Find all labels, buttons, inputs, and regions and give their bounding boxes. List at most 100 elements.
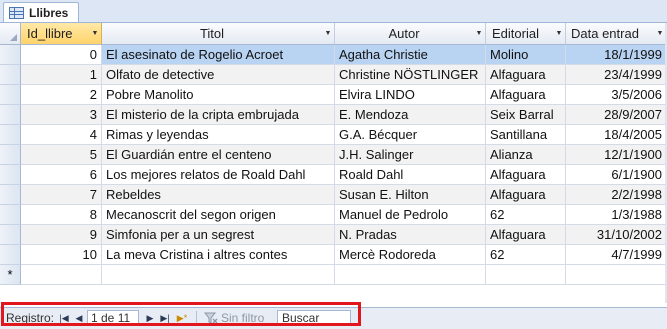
record-selector[interactable] — [0, 125, 21, 145]
new-record-icon[interactable]: ▶* — [175, 311, 189, 325]
cell-data[interactable]: 18/4/2005 — [566, 125, 667, 145]
cell-data[interactable]: 3/5/2006 — [566, 85, 667, 105]
cell-id[interactable]: 7 — [21, 185, 102, 205]
cell-titol[interactable]: El asesinato de Rogelio Acroet — [102, 45, 335, 65]
record-selector[interactable] — [0, 85, 21, 105]
current-record-input[interactable]: 1 de 11 — [87, 310, 139, 326]
next-record-icon[interactable]: ▶ — [143, 311, 157, 325]
cell-id[interactable]: 9 — [21, 225, 102, 245]
cell-data[interactable]: 23/4/1999 — [566, 65, 667, 85]
cell-titol[interactable]: Mecanoscrit del segon origen — [102, 205, 335, 225]
record-selector[interactable] — [0, 205, 21, 225]
cell-titol[interactable]: Rebeldes — [102, 185, 335, 205]
table-row[interactable]: 5 El Guardián entre el centeno J.H. Saling… — [0, 145, 667, 165]
cell-autor[interactable]: Elvira LINDO — [335, 85, 486, 105]
record-selector[interactable] — [0, 185, 21, 205]
cell-editorial[interactable]: Alianza — [486, 145, 566, 165]
cell-id[interactable]: 6 — [21, 165, 102, 185]
table-row[interactable]: 1 Olfato de detective Christine NÖSTLINGER… — [0, 65, 667, 85]
cell-id[interactable]: 3 — [21, 105, 102, 125]
cell-data[interactable]: 18/1/1999 — [566, 45, 667, 65]
cell-autor[interactable]: Susan E. Hilton — [335, 185, 486, 205]
record-selector[interactable] — [0, 225, 21, 245]
cell-editorial[interactable]: Alfaguara — [486, 225, 566, 245]
cell-data[interactable]: 12/1/1900 — [566, 145, 667, 165]
table-row[interactable]: 10 La meva Cristina i altres contes Mercè … — [0, 245, 667, 265]
cell-autor[interactable]: G.A. Bécquer — [335, 125, 486, 145]
cell-titol[interactable]: Rimas y leyendas — [102, 125, 335, 145]
select-all-corner[interactable] — [0, 23, 21, 44]
previous-record-icon[interactable]: ◀ — [72, 311, 86, 325]
cell-editorial[interactable]: 62 — [486, 205, 566, 225]
tab-llibres[interactable]: Llibres — [3, 2, 79, 22]
table-row[interactable]: 0 El asesinato de Rogelio Acroet Agatha Ch… — [0, 45, 667, 65]
cell-autor[interactable]: Manuel de Pedrolo — [335, 205, 486, 225]
record-selector[interactable] — [0, 45, 21, 65]
cell-data[interactable]: 28/9/2007 — [566, 105, 667, 125]
column-header-autor[interactable]: Autor ▼ — [335, 23, 486, 44]
column-header-titol[interactable]: Titol ▼ — [102, 23, 335, 44]
cell-titol[interactable]: Simfonia per a un segrest — [102, 225, 335, 245]
table-row[interactable]: 9 Simfonia per a un segrest N. Pradas Alfag… — [0, 225, 667, 245]
cell-editorial[interactable]: Alfaguara — [486, 65, 566, 85]
cell-titol[interactable]: El Guardián entre el centeno — [102, 145, 335, 165]
cell-id[interactable]: 10 — [21, 245, 102, 265]
cell-data[interactable]: 4/7/1999 — [566, 245, 667, 265]
column-header-id-llibre[interactable]: Id_llibre ▼ — [21, 23, 102, 44]
cell-data[interactable]: 31/10/2002 — [566, 225, 667, 245]
table-row[interactable]: 6 Los mejores relatos de Roald Dahl Roald … — [0, 165, 667, 185]
cell-editorial[interactable]: Seix Barral — [486, 105, 566, 125]
cell-editorial[interactable]: Alfaguara — [486, 165, 566, 185]
new-cell-data[interactable] — [566, 265, 667, 285]
cell-editorial[interactable]: 62 — [486, 245, 566, 265]
new-cell-titol[interactable] — [102, 265, 335, 285]
cell-editorial[interactable]: Alfaguara — [486, 185, 566, 205]
cell-data[interactable]: 1/3/1988 — [566, 205, 667, 225]
record-selector[interactable] — [0, 245, 21, 265]
filter-status[interactable]: Sin filtro — [221, 308, 264, 329]
first-record-icon[interactable]: |◀ — [57, 311, 71, 325]
dropdown-arrow-icon[interactable]: ▼ — [553, 30, 565, 37]
cell-autor[interactable]: J.H. Salinger — [335, 145, 486, 165]
cell-titol[interactable]: Olfato de detective — [102, 65, 335, 85]
cell-autor[interactable]: E. Mendoza — [335, 105, 486, 125]
record-selector[interactable] — [0, 145, 21, 165]
record-selector[interactable] — [0, 65, 21, 85]
cell-id[interactable]: 5 — [21, 145, 102, 165]
cell-autor[interactable]: Mercè Rodoreda — [335, 245, 486, 265]
cell-titol[interactable]: El misterio de la cripta embrujada — [102, 105, 335, 125]
record-selector[interactable] — [0, 105, 21, 125]
cell-id[interactable]: 2 — [21, 85, 102, 105]
table-row[interactable]: 7 Rebeldes Susan E. Hilton Alfaguara 2/2/199… — [0, 185, 667, 205]
new-record-marker[interactable]: * — [0, 265, 21, 285]
column-header-data-entrada[interactable]: Data entrad ▼ — [566, 23, 667, 44]
table-row[interactable]: 8 Mecanoscrit del segon origen Manuel de P… — [0, 205, 667, 225]
cell-titol[interactable]: Los mejores relatos de Roald Dahl — [102, 165, 335, 185]
new-cell-editorial[interactable] — [486, 265, 566, 285]
table-row[interactable]: 4 Rimas y leyendas G.A. Bécquer Santillana 1… — [0, 125, 667, 145]
dropdown-arrow-icon[interactable]: ▼ — [473, 30, 485, 37]
cell-editorial[interactable]: Alfaguara — [486, 85, 566, 105]
cell-data[interactable]: 2/2/1998 — [566, 185, 667, 205]
table-row[interactable]: 3 El misterio de la cripta embrujada E. Me… — [0, 105, 667, 125]
last-record-icon[interactable]: ▶| — [158, 311, 172, 325]
column-header-editorial[interactable]: Editorial ▼ — [486, 23, 566, 44]
new-record-row[interactable]: * — [0, 265, 667, 285]
cell-editorial[interactable]: Molino — [486, 45, 566, 65]
cell-autor[interactable]: Agatha Christie — [335, 45, 486, 65]
cell-titol[interactable]: Pobre Manolito — [102, 85, 335, 105]
cell-id[interactable]: 4 — [21, 125, 102, 145]
cell-id[interactable]: 0 — [21, 45, 102, 65]
cell-id[interactable]: 8 — [21, 205, 102, 225]
cell-titol[interactable]: La meva Cristina i altres contes — [102, 245, 335, 265]
cell-data[interactable]: 6/1/1900 — [566, 165, 667, 185]
new-cell-id[interactable] — [21, 265, 102, 285]
cell-autor[interactable]: N. Pradas — [335, 225, 486, 245]
dropdown-arrow-icon[interactable]: ▼ — [322, 30, 334, 37]
new-cell-autor[interactable] — [335, 265, 486, 285]
record-selector[interactable] — [0, 165, 21, 185]
cell-autor[interactable]: Christine NÖSTLINGER — [335, 65, 486, 85]
table-row[interactable]: 2 Pobre Manolito Elvira LINDO Alfaguara 3/5/… — [0, 85, 667, 105]
search-input[interactable]: Buscar — [277, 310, 351, 326]
cell-id[interactable]: 1 — [21, 65, 102, 85]
